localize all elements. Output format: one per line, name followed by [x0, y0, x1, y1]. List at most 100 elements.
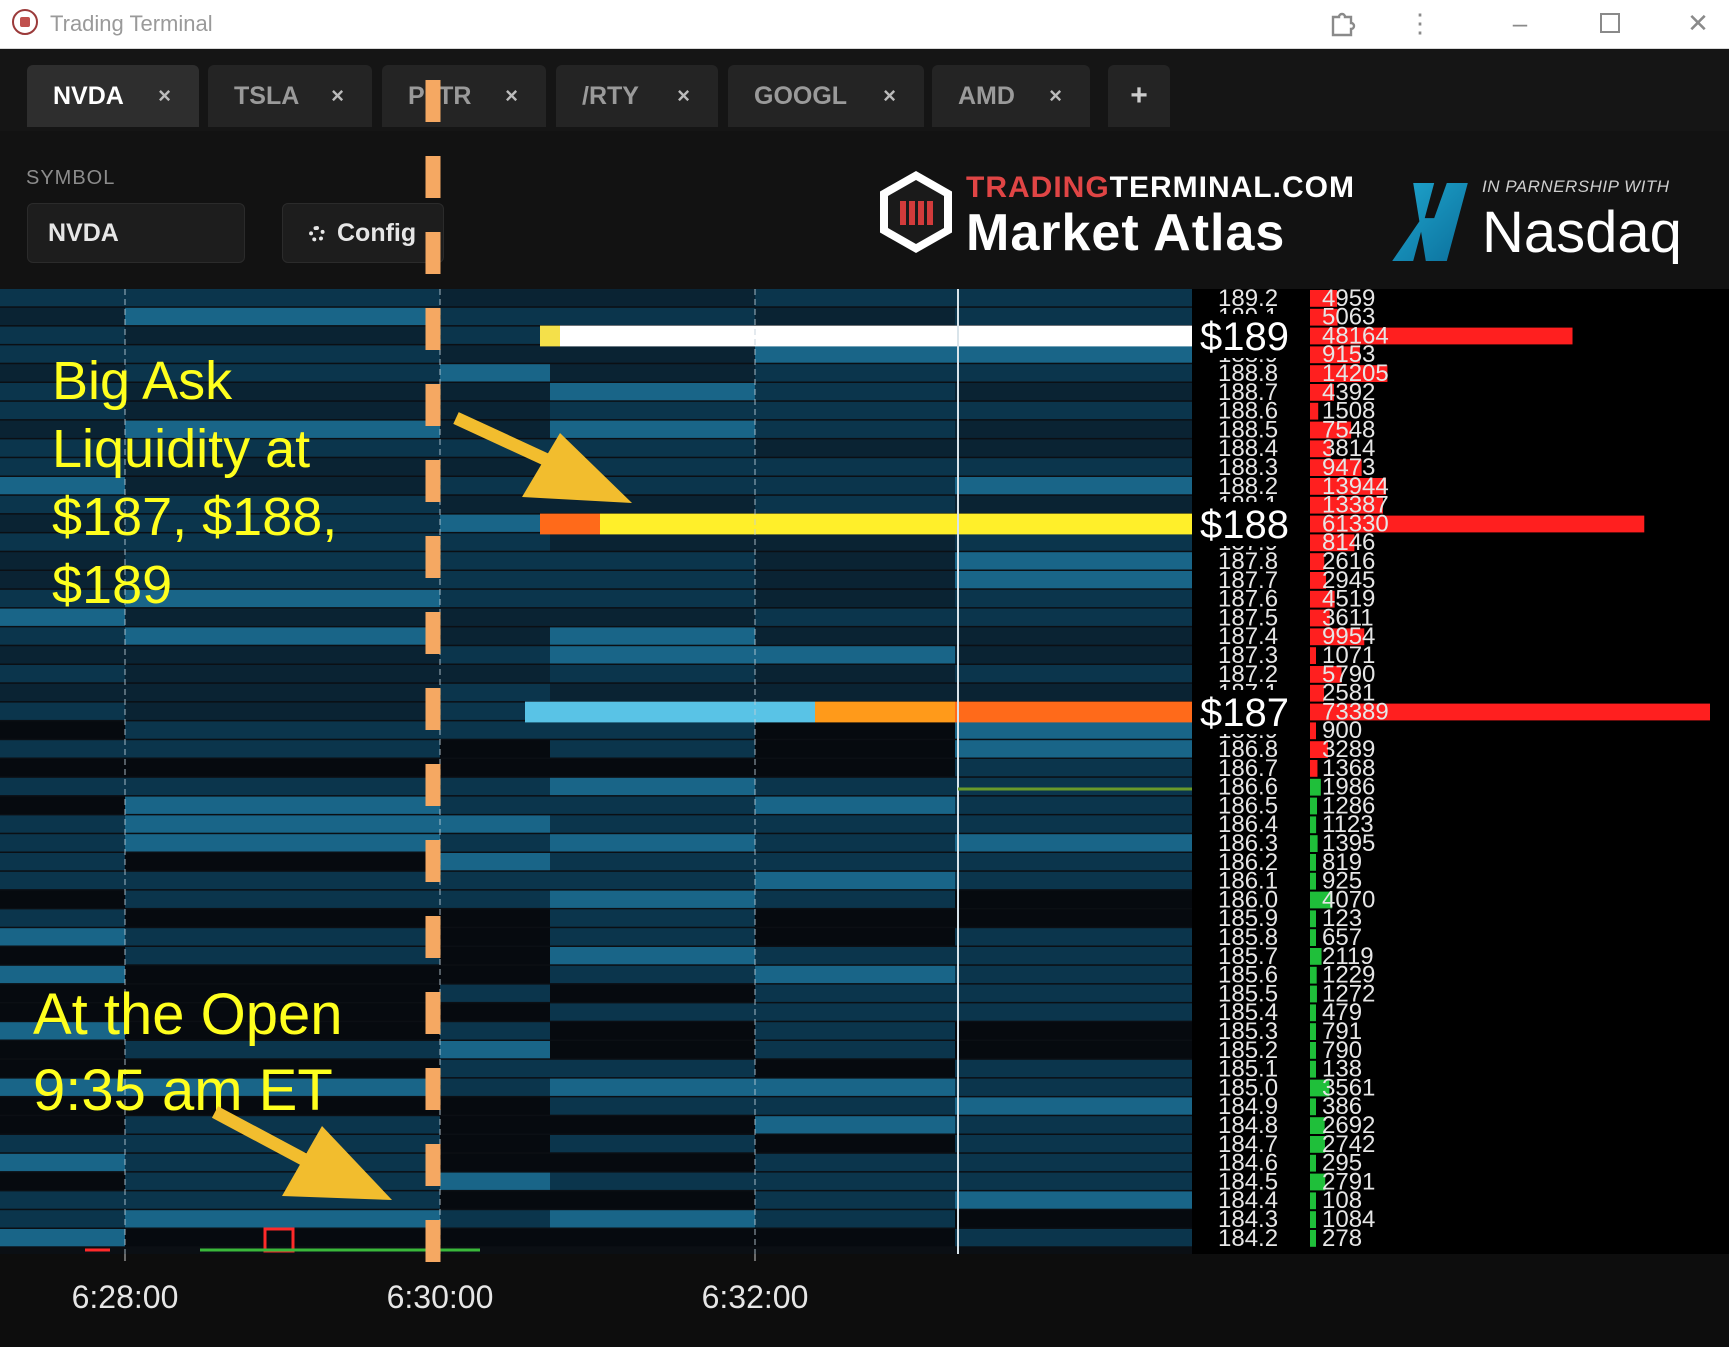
heatmap-cell [440, 477, 550, 495]
heatmap-cell [755, 571, 955, 589]
heatmap-cell [125, 401, 440, 420]
close-window-icon[interactable]: ✕ [1674, 4, 1722, 42]
heatmap-cell [125, 740, 440, 758]
heatmap-cell [440, 514, 550, 532]
heatmap-cell [440, 928, 550, 946]
heatmap-cell [440, 533, 550, 551]
close-tab-icon[interactable]: × [158, 65, 171, 127]
close-tab-icon[interactable]: × [883, 65, 896, 127]
heatmap-cell [125, 1097, 440, 1115]
tab-label: PLTR [408, 82, 472, 110]
symbol-input[interactable]: NVDA [27, 203, 245, 263]
tab-rty[interactable]: /RTY × [556, 65, 718, 127]
heatmap-cell [125, 853, 440, 871]
heatmap-cell [550, 627, 755, 645]
heatmap-svg[interactable]: 189.2189.1189.0188.9188.8188.7188.6188.5… [0, 289, 1729, 1347]
heatmap-cell [550, 1116, 755, 1134]
heatmap-cell [955, 1172, 1192, 1190]
close-tab-icon[interactable]: × [331, 65, 344, 127]
heatmap-cell [125, 1078, 440, 1096]
heatmap-cell [955, 458, 1192, 476]
heatmap-cell [550, 796, 755, 814]
close-tab-icon[interactable]: × [505, 65, 518, 127]
heatmap-cell [125, 533, 440, 551]
heatmap-cell [0, 477, 125, 495]
heatmap-cell [0, 1172, 125, 1190]
heatmap-cell [440, 947, 550, 965]
heatmap-cell [0, 1003, 125, 1021]
heatmap-cell [955, 552, 1192, 570]
heatmap-cell [955, 947, 1192, 965]
heatmap-cell [955, 815, 1192, 833]
partner-caption: IN PARNERSHIP WITH [1482, 177, 1670, 196]
heatmap-cell [755, 890, 955, 908]
heatmap-cell [440, 383, 550, 401]
heatmap-cell [0, 1116, 125, 1134]
liquidity-heatmap-chart[interactable]: 189.2189.1189.0188.9188.8188.7188.6188.5… [0, 289, 1729, 1347]
size-bar [1310, 1042, 1316, 1059]
heatmap-cell [755, 307, 955, 326]
heatmap-cell [550, 1191, 755, 1209]
heatmap-cell [755, 289, 955, 307]
heatmap-cell [0, 439, 125, 457]
add-tab-button[interactable]: + [1108, 65, 1170, 127]
heatmap-cell [0, 495, 125, 514]
minimize-icon[interactable]: – [1496, 4, 1544, 42]
heatmap-cell [125, 815, 440, 833]
heatmap-cell [550, 589, 755, 608]
heatmap-cell [125, 1003, 440, 1021]
heatmap-cell [550, 1041, 755, 1059]
tab-googl[interactable]: GOOGL × [728, 65, 924, 127]
heatmap-cell [550, 552, 755, 570]
heatmap-cell [440, 815, 550, 833]
heatmap-cell [955, 890, 1192, 908]
heatmap-cell [125, 345, 440, 363]
heatmap-cell [0, 571, 125, 589]
heatmap-cell [440, 1153, 550, 1172]
tab-amd[interactable]: AMD × [932, 65, 1090, 127]
heatmap-cell [550, 289, 755, 307]
maximize-icon[interactable] [1586, 4, 1634, 42]
brand-domain-red: TRADING [966, 171, 1110, 204]
heatmap-cell [0, 1097, 125, 1115]
heatmap-cell [125, 834, 440, 852]
heatmap-cell [755, 1191, 955, 1209]
heatmap-cell [125, 777, 440, 796]
heatmap-cell [955, 777, 1192, 796]
heatmap-cell [440, 984, 550, 1002]
tab-nvda[interactable]: NVDA × [27, 65, 199, 127]
heatmap-cell [440, 552, 550, 570]
tab-pltr[interactable]: PLTR × [382, 65, 546, 127]
heatmap-cell [755, 740, 955, 758]
tab-tsla[interactable]: TSLA × [208, 65, 372, 127]
heatmap-cell [955, 1041, 1192, 1059]
close-tab-icon[interactable]: × [677, 65, 690, 127]
heatmap-cell [955, 307, 1192, 326]
heatmap-cell [0, 364, 125, 382]
heatmap-cell [755, 1059, 955, 1078]
heatmap-cell [125, 326, 440, 344]
heatmap-cell [755, 1041, 955, 1059]
partner-name: Nasdaq [1482, 200, 1682, 265]
heatmap-cell [0, 702, 125, 720]
heatmap-cell [550, 458, 755, 476]
heatmap-cell [125, 646, 440, 664]
heatmap-cell [0, 307, 125, 326]
heatmap-cell [955, 401, 1192, 420]
size-bar [1310, 929, 1316, 946]
more-menu-icon[interactable]: ⋮ [1396, 4, 1444, 42]
heatmap-cell [125, 928, 440, 946]
heatmap-cell [955, 589, 1192, 608]
heatmap-cell [440, 345, 550, 363]
gear-icon [309, 226, 325, 242]
heatmap-cell [440, 683, 550, 702]
heatmap-cell [550, 1153, 755, 1172]
extension-icon[interactable] [1318, 4, 1366, 42]
heatmap-cell [0, 514, 125, 532]
heatmap-cell [955, 1210, 1192, 1228]
heatmap-cell [955, 1022, 1192, 1040]
heatmap-cell [125, 627, 440, 645]
config-button[interactable]: Config [282, 203, 444, 263]
heatmap-cell [550, 909, 755, 927]
close-tab-icon[interactable]: × [1049, 65, 1062, 127]
